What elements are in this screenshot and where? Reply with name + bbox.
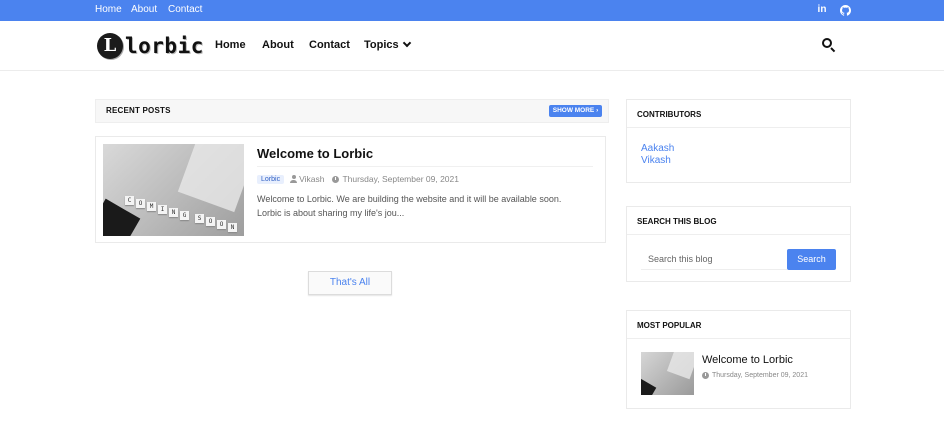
post-meta: Lorbic Vikash Thursday, September 09, 20… xyxy=(257,173,459,185)
widget-title: MOST POPULAR xyxy=(627,311,850,339)
search-widget: SEARCH THIS BLOG Search xyxy=(626,206,851,282)
thumb-letter: M xyxy=(147,202,156,211)
divider xyxy=(257,166,593,167)
widget-title: CONTRIBUTORS xyxy=(627,100,850,128)
nav-topics[interactable]: Topics xyxy=(364,38,411,51)
thumb-letter: N xyxy=(228,223,237,232)
clock-icon xyxy=(332,175,340,183)
thumb-letter: I xyxy=(158,205,167,214)
post-snippet: Welcome to Lorbic. We are building the w… xyxy=(257,194,562,218)
post-date: Thursday, September 09, 2021 xyxy=(342,174,459,184)
thumb-letter: S xyxy=(195,214,204,223)
contributor-link[interactable]: Aakash xyxy=(641,143,674,154)
topbar-link-home[interactable]: Home xyxy=(95,4,122,15)
thumb-letter: G xyxy=(180,211,189,220)
popular-post-date: Thursday, September 09, 2021 xyxy=(712,372,808,379)
github-icon[interactable] xyxy=(838,3,852,17)
logo-mark: L xyxy=(97,33,123,59)
thumb-letter: N xyxy=(169,208,178,217)
most-popular-widget: MOST POPULAR Welcome to Lorbic Thursday,… xyxy=(626,310,851,409)
search-icon[interactable] xyxy=(822,38,836,53)
topbar-link-about[interactable]: About xyxy=(131,4,157,15)
nav-home[interactable]: Home xyxy=(215,39,246,51)
site-header: L lorbic Home About Contact Topics xyxy=(0,21,944,71)
thumb-letter: C xyxy=(125,196,134,205)
logo-text: lorbic xyxy=(125,34,204,58)
post-author: Vikash xyxy=(299,174,325,184)
thumb-letter: O xyxy=(206,217,215,226)
post-title[interactable]: Welcome to Lorbic xyxy=(257,146,373,161)
linkedin-icon[interactable]: in xyxy=(815,3,829,17)
show-more-button[interactable]: SHOW MORE › xyxy=(549,105,602,117)
chevron-down-icon xyxy=(402,38,411,48)
thats-all-button[interactable]: That's All xyxy=(308,271,392,295)
post-thumbnail[interactable]: C O M I N G S O O N xyxy=(103,144,244,236)
user-icon xyxy=(290,175,298,183)
site-logo[interactable]: L lorbic xyxy=(97,31,204,61)
widget-title: SEARCH THIS BLOG xyxy=(627,207,850,235)
clock-icon xyxy=(702,372,709,379)
popular-post-meta: Thursday, September 09, 2021 xyxy=(702,372,808,379)
nav-contact[interactable]: Contact xyxy=(309,39,350,51)
nav-about[interactable]: About xyxy=(262,39,294,51)
post-label-badge[interactable]: Lorbic xyxy=(257,174,285,184)
topbar-link-contact[interactable]: Contact xyxy=(168,4,202,15)
popular-post-thumbnail[interactable] xyxy=(641,352,694,395)
section-title: RECENT POSTS xyxy=(106,106,171,115)
search-submit-button[interactable]: Search xyxy=(787,249,836,270)
search-input[interactable] xyxy=(641,249,787,270)
top-bar: Home About Contact in xyxy=(0,0,944,21)
show-more-label: SHOW MORE xyxy=(552,107,595,114)
contributors-widget: CONTRIBUTORS Aakash Vikash xyxy=(626,99,851,183)
recent-posts-header: RECENT POSTS SHOW MORE › xyxy=(95,99,609,123)
popular-post-title[interactable]: Welcome to Lorbic xyxy=(702,354,793,366)
contributor-link[interactable]: Vikash xyxy=(641,155,671,166)
thumb-letter: O xyxy=(217,220,226,229)
thumb-letter: O xyxy=(136,199,145,208)
nav-topics-label: Topics xyxy=(364,39,399,51)
post-card: C O M I N G S O O N Welcome to Lorbic Lo… xyxy=(95,136,606,243)
